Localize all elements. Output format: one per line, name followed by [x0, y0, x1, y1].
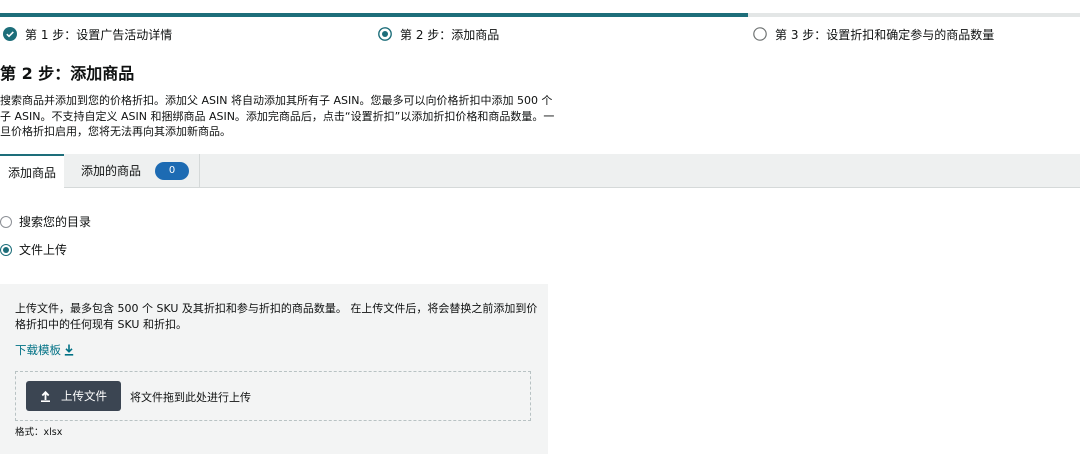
step-3: 第 3 步：设置折扣和确定参与的商品数量	[753, 25, 994, 43]
download-template-link[interactable]: 下载模板	[15, 342, 74, 358]
download-icon	[64, 344, 74, 356]
search-catalog-radio[interactable]	[0, 215, 12, 228]
upload-file-button[interactable]: 上传文件	[26, 381, 121, 411]
tab-added-products[interactable]: 添加的商品 0	[65, 154, 200, 187]
file-upload-option[interactable]: 文件上传	[0, 241, 67, 258]
tab-added-products-label: 添加的商品	[81, 164, 142, 178]
tab-add-products[interactable]: 添加商品	[0, 154, 64, 188]
progress-track	[0, 13, 1080, 17]
tab-add-products-label: 添加商品	[7, 165, 56, 180]
tab-bar: 添加商品 添加的商品 0	[0, 154, 1080, 188]
upload-panel: 上传文件，最多包含 500 个 SKU 及其折扣和参与折扣的商品数量。 在上传文…	[0, 284, 548, 454]
upload-icon	[41, 390, 50, 402]
page-description: 搜索商品并添加到您的价格折扣。添加父 ASIN 将自动添加其所有子 ASIN。您…	[0, 94, 555, 138]
search-catalog-label: 搜索您的目录	[19, 215, 92, 229]
file-format-note: 格式：xlsx	[15, 427, 63, 438]
step-1-label: 第 1 步：设置广告活动详情	[25, 27, 173, 42]
download-template-label: 下载模板	[15, 343, 61, 357]
step-2: 第 2 步：添加商品	[378, 25, 499, 43]
pending-step-icon	[753, 27, 767, 41]
page-title: 第 2 步：添加商品	[0, 64, 135, 83]
file-drop-zone[interactable]: 上传文件 将文件拖到此处进行上传	[15, 371, 531, 421]
step-2-label: 第 2 步：添加商品	[400, 27, 500, 42]
step-1: 第 1 步：设置广告活动详情	[3, 25, 172, 43]
progress-fill	[0, 13, 749, 17]
search-catalog-option[interactable]: 搜索您的目录	[0, 213, 91, 230]
file-upload-label: 文件上传	[19, 243, 68, 257]
upload-instructions: 上传文件，最多包含 500 个 SKU 及其折扣和参与折扣的商品数量。 在上传文…	[15, 302, 538, 331]
current-step-icon	[378, 27, 392, 41]
step-3-label: 第 3 步：设置折扣和确定参与的商品数量	[775, 27, 995, 42]
upload-file-label: 上传文件	[61, 389, 107, 403]
file-upload-radio[interactable]	[0, 243, 12, 256]
check-circle-icon	[3, 27, 17, 41]
drop-hint-text: 将文件拖到此处进行上传	[130, 391, 251, 404]
added-count-badge: 0	[155, 161, 190, 180]
